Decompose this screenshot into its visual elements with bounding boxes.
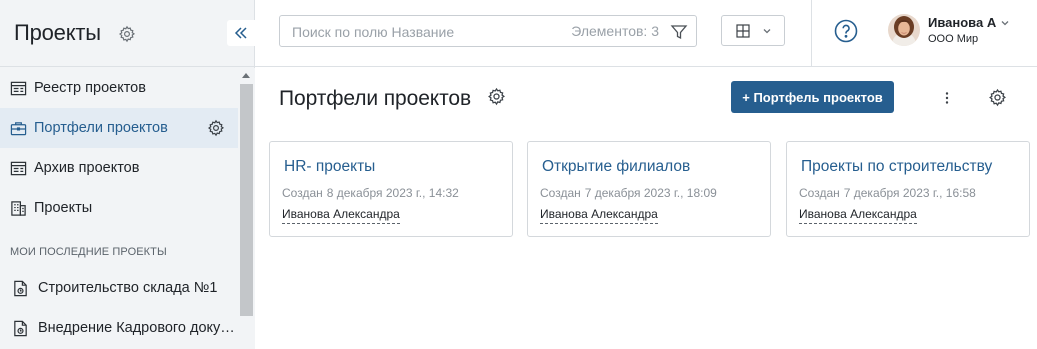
portfolio-author-link[interactable]: Иванова Александра <box>799 207 917 224</box>
created-label: Создан <box>540 186 581 200</box>
topbar: Поиск по полю Название Элементов: 3 Иван… <box>255 0 1037 67</box>
portfolio-card[interactable]: Проекты по строительству Создан 7 декабря… <box>786 141 1030 237</box>
portfolio-created: Создан 7 декабря 2023 г., 16:58 <box>799 186 976 200</box>
filter-icon[interactable] <box>670 23 688 41</box>
sidebar-scrollbar[interactable] <box>238 68 255 349</box>
sidebar-item-projects[interactable]: Проекты <box>0 188 238 228</box>
user-name[interactable]: Иванова А <box>928 15 996 30</box>
user-organization: ООО Мир <box>928 33 979 45</box>
portfolio-title[interactable]: Открытие филиалов <box>542 158 690 176</box>
sidebar-item-label: Архив проектов <box>34 160 140 176</box>
scroll-up-arrow-icon[interactable] <box>242 73 250 78</box>
element-count: Элементов: 3 <box>571 23 659 39</box>
sidebar: Проекты Реестр проектов Портфели проекто… <box>0 0 255 349</box>
portfolio-card[interactable]: HR- проекты Создан 8 декабря 2023 г., 14:… <box>269 141 513 237</box>
sidebar-item-portfolios[interactable]: Портфели проектов <box>0 108 238 148</box>
recent-project-item[interactable]: Строительство склада №1 <box>0 268 238 308</box>
page-title: Портфели проектов <box>279 87 472 110</box>
project-doc-icon <box>14 320 27 336</box>
portfolio-title[interactable]: HR- проекты <box>284 158 375 176</box>
chevron-down-icon <box>763 29 771 34</box>
collapse-sidebar-button[interactable] <box>227 20 255 46</box>
avatar[interactable] <box>888 14 920 46</box>
sidebar-item-registry[interactable]: Реестр проектов <box>0 68 238 108</box>
more-vertical-icon[interactable] <box>939 90 955 106</box>
search-placeholder: Поиск по полю Название <box>292 24 455 40</box>
portfolio-created: Создан 7 декабря 2023 г., 18:09 <box>540 186 717 200</box>
portfolio-created: Создан 8 декабря 2023 г., 14:32 <box>282 186 459 200</box>
archive-icon <box>10 161 27 175</box>
portfolio-author-link[interactable]: Иванова Александра <box>540 207 658 224</box>
scrollbar-thumb[interactable] <box>240 84 253 316</box>
created-date: 7 декабря 2023 г., 18:09 <box>584 186 717 200</box>
portfolio-title[interactable]: Проекты по строительству <box>801 158 992 176</box>
double-chevron-left-icon <box>234 27 247 39</box>
view-mode-dropdown[interactable] <box>721 15 785 46</box>
sidebar-item-archive[interactable]: Архив проектов <box>0 148 238 188</box>
registry-icon <box>10 81 27 95</box>
gear-icon[interactable] <box>207 119 225 137</box>
sidebar-header: Проекты <box>0 0 255 67</box>
recent-project-label: Строительство склада №1 <box>38 280 218 296</box>
gear-icon[interactable] <box>988 88 1007 107</box>
sidebar-item-label: Портфели проектов <box>34 120 168 136</box>
project-doc-icon <box>14 280 27 296</box>
gear-icon[interactable] <box>118 25 136 43</box>
created-label: Создан <box>799 186 840 200</box>
briefcase-icon <box>10 121 27 135</box>
sidebar-title: Проекты <box>14 20 101 45</box>
topbar-divider <box>811 0 812 67</box>
portfolio-author-link[interactable]: Иванова Александра <box>282 207 400 224</box>
user-photo <box>888 14 920 46</box>
building-icon <box>11 200 26 216</box>
recent-project-label: Внедрение Кадрового доку… <box>38 320 235 336</box>
created-date: 7 декабря 2023 г., 16:58 <box>843 186 976 200</box>
recent-project-item[interactable]: Внедрение Кадрового доку… <box>0 308 238 348</box>
chevron-down-icon[interactable] <box>1000 18 1010 28</box>
created-date: 8 декабря 2023 г., 14:32 <box>326 186 459 200</box>
main-content: Портфели проектов + Портфель проектов HR… <box>255 68 1037 349</box>
sidebar-item-label: Реестр проектов <box>34 80 146 96</box>
recent-projects-heading: МОИ ПОСЛЕДНИЕ ПРОЕКТЫ <box>10 246 167 258</box>
sidebar-nav: Реестр проектов Портфели проектов Архив … <box>0 68 238 349</box>
gear-icon[interactable] <box>487 87 506 106</box>
created-label: Создан <box>282 186 323 200</box>
sidebar-item-label: Проекты <box>34 200 93 216</box>
add-portfolio-button[interactable]: + Портфель проектов <box>731 81 894 113</box>
help-icon[interactable] <box>834 19 858 43</box>
portfolio-card[interactable]: Открытие филиалов Создан 7 декабря 2023 г… <box>527 141 771 237</box>
search-input[interactable]: Поиск по полю Название Элементов: 3 <box>279 15 697 47</box>
grid-view-icon <box>736 24 750 38</box>
